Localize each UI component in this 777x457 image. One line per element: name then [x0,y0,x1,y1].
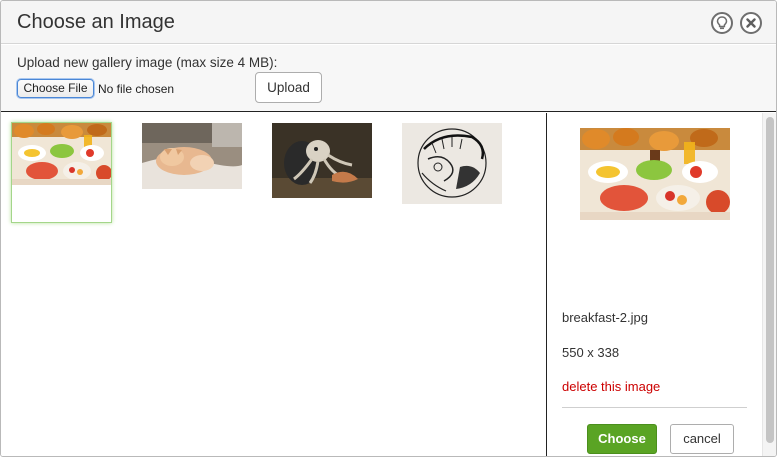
choose-image-dialog: Choose an Image Upload new gallery image… [0,0,777,457]
gallery-thumb-cat[interactable] [142,123,242,189]
details-scrollbar[interactable] [762,113,776,456]
lightbulb-icon[interactable] [711,12,733,34]
cancel-button[interactable]: cancel [670,424,734,454]
gallery-thumb-octopus[interactable] [272,123,372,198]
details-divider [562,407,747,408]
choose-file-button[interactable]: Choose File [17,79,94,98]
dialog-titlebar: Choose an Image [1,1,776,44]
file-status: No file chosen [98,82,175,96]
choose-button[interactable]: Choose [587,424,657,454]
upload-section: Upload new gallery image (max size 4 MB)… [1,45,776,112]
image-filename: breakfast-2.jpg [562,310,648,325]
gallery-thumb-drawing[interactable] [402,123,502,204]
image-details-panel: breakfast-2.jpg 550 x 338 delete this im… [547,113,762,456]
scrollbar-thumb[interactable] [766,117,774,443]
image-dimensions: 550 x 338 [562,345,620,360]
delete-image-link[interactable]: delete this image [562,379,660,394]
close-icon[interactable] [740,12,762,34]
image-preview [580,128,730,220]
upload-button[interactable]: Upload [255,72,322,103]
gallery-thumb-breakfast[interactable] [11,122,112,223]
dialog-title: Choose an Image [17,11,175,33]
image-gallery [1,113,546,456]
upload-label: Upload new gallery image (max size 4 MB)… [17,55,278,70]
